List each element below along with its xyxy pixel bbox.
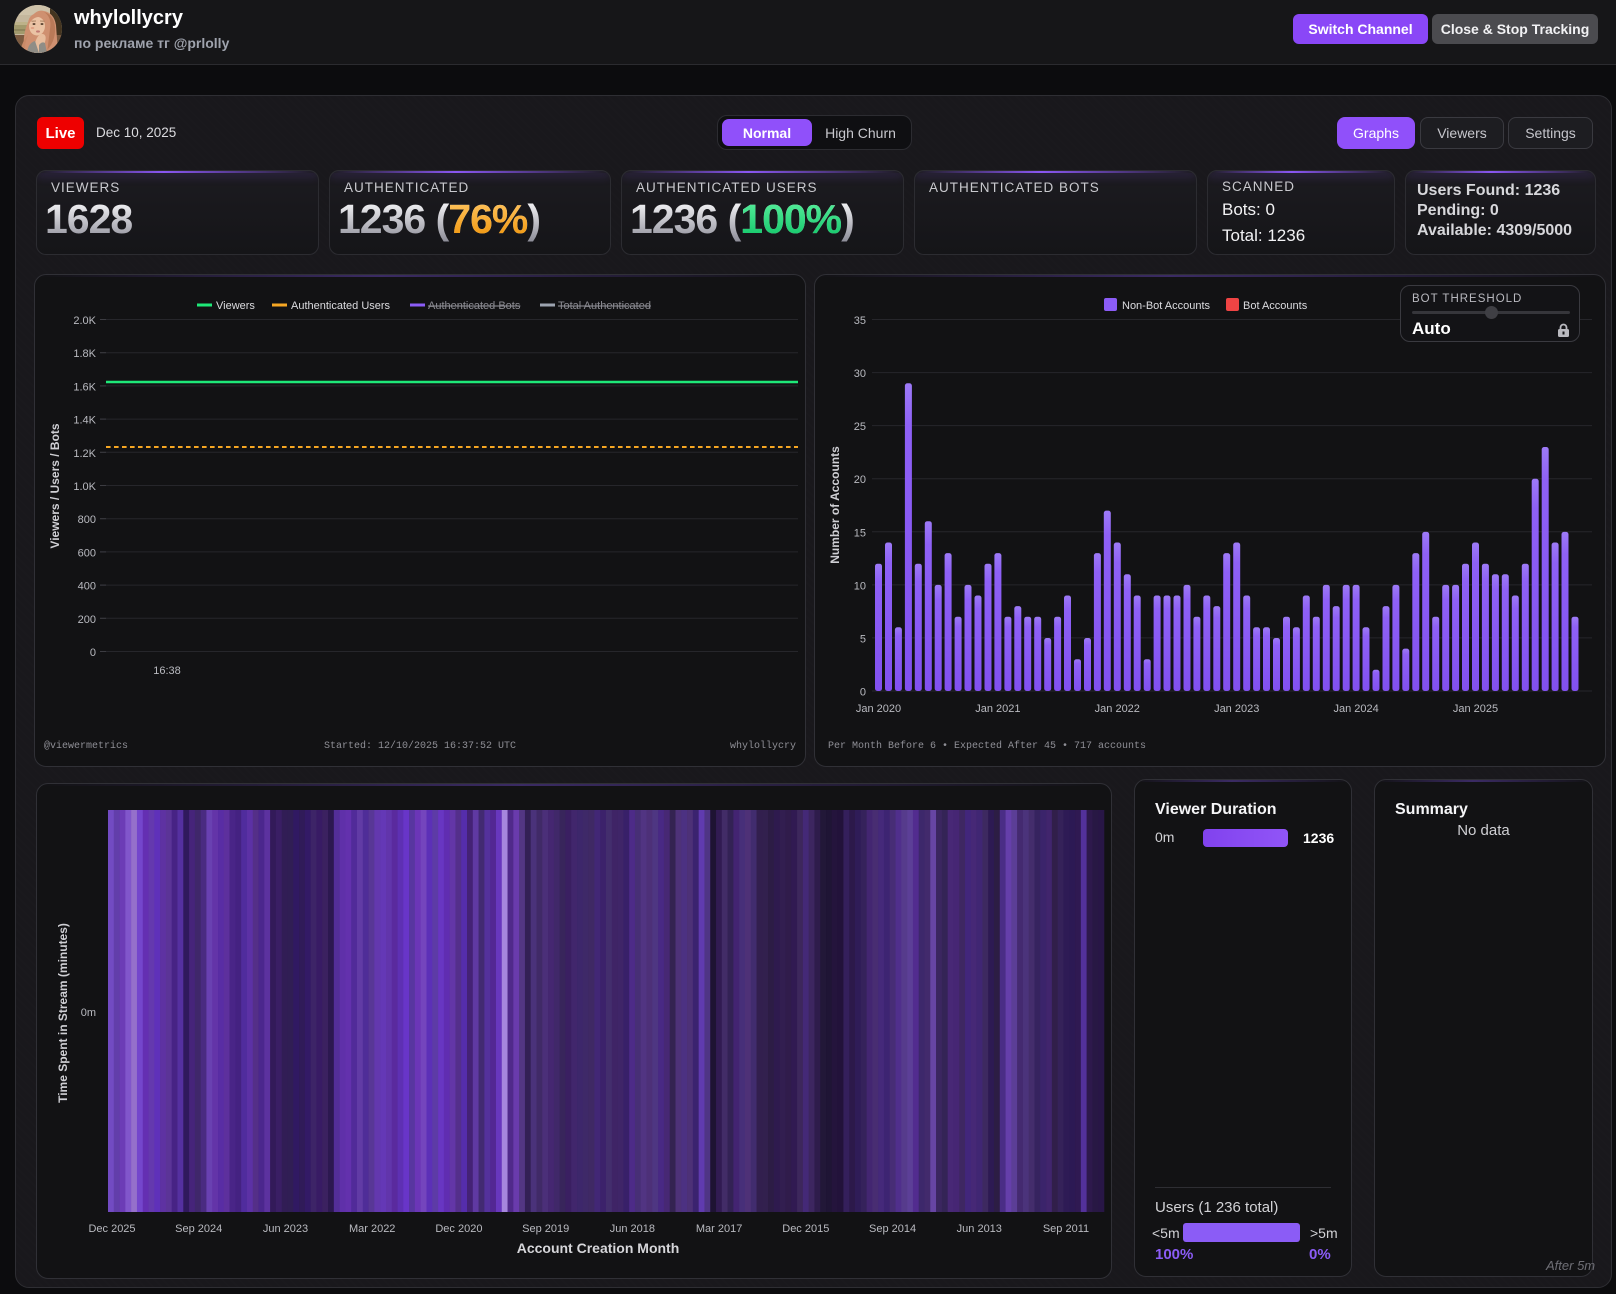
svg-text:Jan 2023: Jan 2023 (1214, 703, 1259, 715)
svg-text:800: 800 (78, 514, 96, 526)
svg-text:Dec 2025: Dec 2025 (88, 1223, 135, 1235)
svg-text:Sep 2011: Sep 2011 (1043, 1223, 1089, 1235)
svg-text:16:38: 16:38 (153, 665, 181, 677)
svg-text:Number of Accounts: Number of Accounts (828, 446, 842, 564)
svg-text:5: 5 (860, 633, 866, 645)
svg-text:1.0K: 1.0K (73, 481, 96, 493)
svg-text:Mar 2022: Mar 2022 (349, 1223, 395, 1235)
svg-text:Dec 2020: Dec 2020 (435, 1223, 482, 1235)
svg-text:20: 20 (854, 474, 866, 486)
svg-text:Jan 2024: Jan 2024 (1333, 703, 1378, 715)
svg-text:1.8K: 1.8K (73, 348, 96, 360)
svg-text:10: 10 (854, 580, 866, 592)
svg-text:Non-Bot Accounts: Non-Bot Accounts (1122, 300, 1211, 312)
svg-text:Time Spent in Stream (minutes): Time Spent in Stream (minutes) (56, 923, 70, 1103)
svg-text:Jan 2025: Jan 2025 (1453, 703, 1498, 715)
svg-text:Sep 2024: Sep 2024 (175, 1223, 222, 1235)
svg-text:0: 0 (90, 647, 96, 659)
svg-text:35: 35 (854, 315, 866, 327)
svg-text:30: 30 (854, 368, 866, 380)
svg-text:@viewermetrics: @viewermetrics (44, 740, 128, 752)
svg-text:Sep 2014: Sep 2014 (869, 1223, 916, 1235)
svg-text:Started: 12/10/2025 16:37:52 U: Started: 12/10/2025 16:37:52 UTC (324, 740, 516, 752)
svg-text:600: 600 (78, 547, 96, 559)
svg-text:Total Authenticated: Total Authenticated (558, 300, 651, 312)
svg-text:Jun 2013: Jun 2013 (957, 1223, 1002, 1235)
svg-text:Mar 2017: Mar 2017 (696, 1223, 742, 1235)
svg-text:Authenticated Bots: Authenticated Bots (428, 300, 521, 312)
svg-text:Authenticated Users: Authenticated Users (291, 300, 391, 312)
svg-text:whylollycry: whylollycry (730, 740, 796, 752)
svg-text:Jan 2020: Jan 2020 (856, 703, 901, 715)
svg-text:200: 200 (78, 614, 96, 626)
svg-text:Bot Accounts: Bot Accounts (1243, 300, 1308, 312)
svg-text:Jan 2021: Jan 2021 (975, 703, 1020, 715)
svg-text:25: 25 (854, 421, 866, 433)
svg-text:2.0K: 2.0K (73, 315, 96, 327)
svg-text:Jan 2022: Jan 2022 (1095, 703, 1140, 715)
svg-text:Viewers: Viewers (216, 300, 255, 312)
svg-text:0m: 0m (81, 1007, 96, 1019)
svg-text:15: 15 (854, 527, 866, 539)
svg-text:Dec 2015: Dec 2015 (782, 1223, 829, 1235)
svg-text:Per Month Before 6 • Expected: Per Month Before 6 • Expected After 45 •… (828, 740, 1146, 752)
svg-text:1.4K: 1.4K (73, 415, 96, 427)
svg-text:Sep 2019: Sep 2019 (522, 1223, 569, 1235)
svg-text:Jun 2023: Jun 2023 (263, 1223, 308, 1235)
svg-text:Account Creation Month: Account Creation Month (517, 1240, 680, 1256)
svg-text:0: 0 (860, 687, 866, 699)
svg-text:400: 400 (78, 581, 96, 593)
svg-text:1.2K: 1.2K (73, 448, 96, 460)
svg-text:Jun 2018: Jun 2018 (610, 1223, 655, 1235)
svg-text:1.6K: 1.6K (73, 381, 96, 393)
svg-text:Viewers / Users / Bots: Viewers / Users / Bots (48, 423, 62, 549)
